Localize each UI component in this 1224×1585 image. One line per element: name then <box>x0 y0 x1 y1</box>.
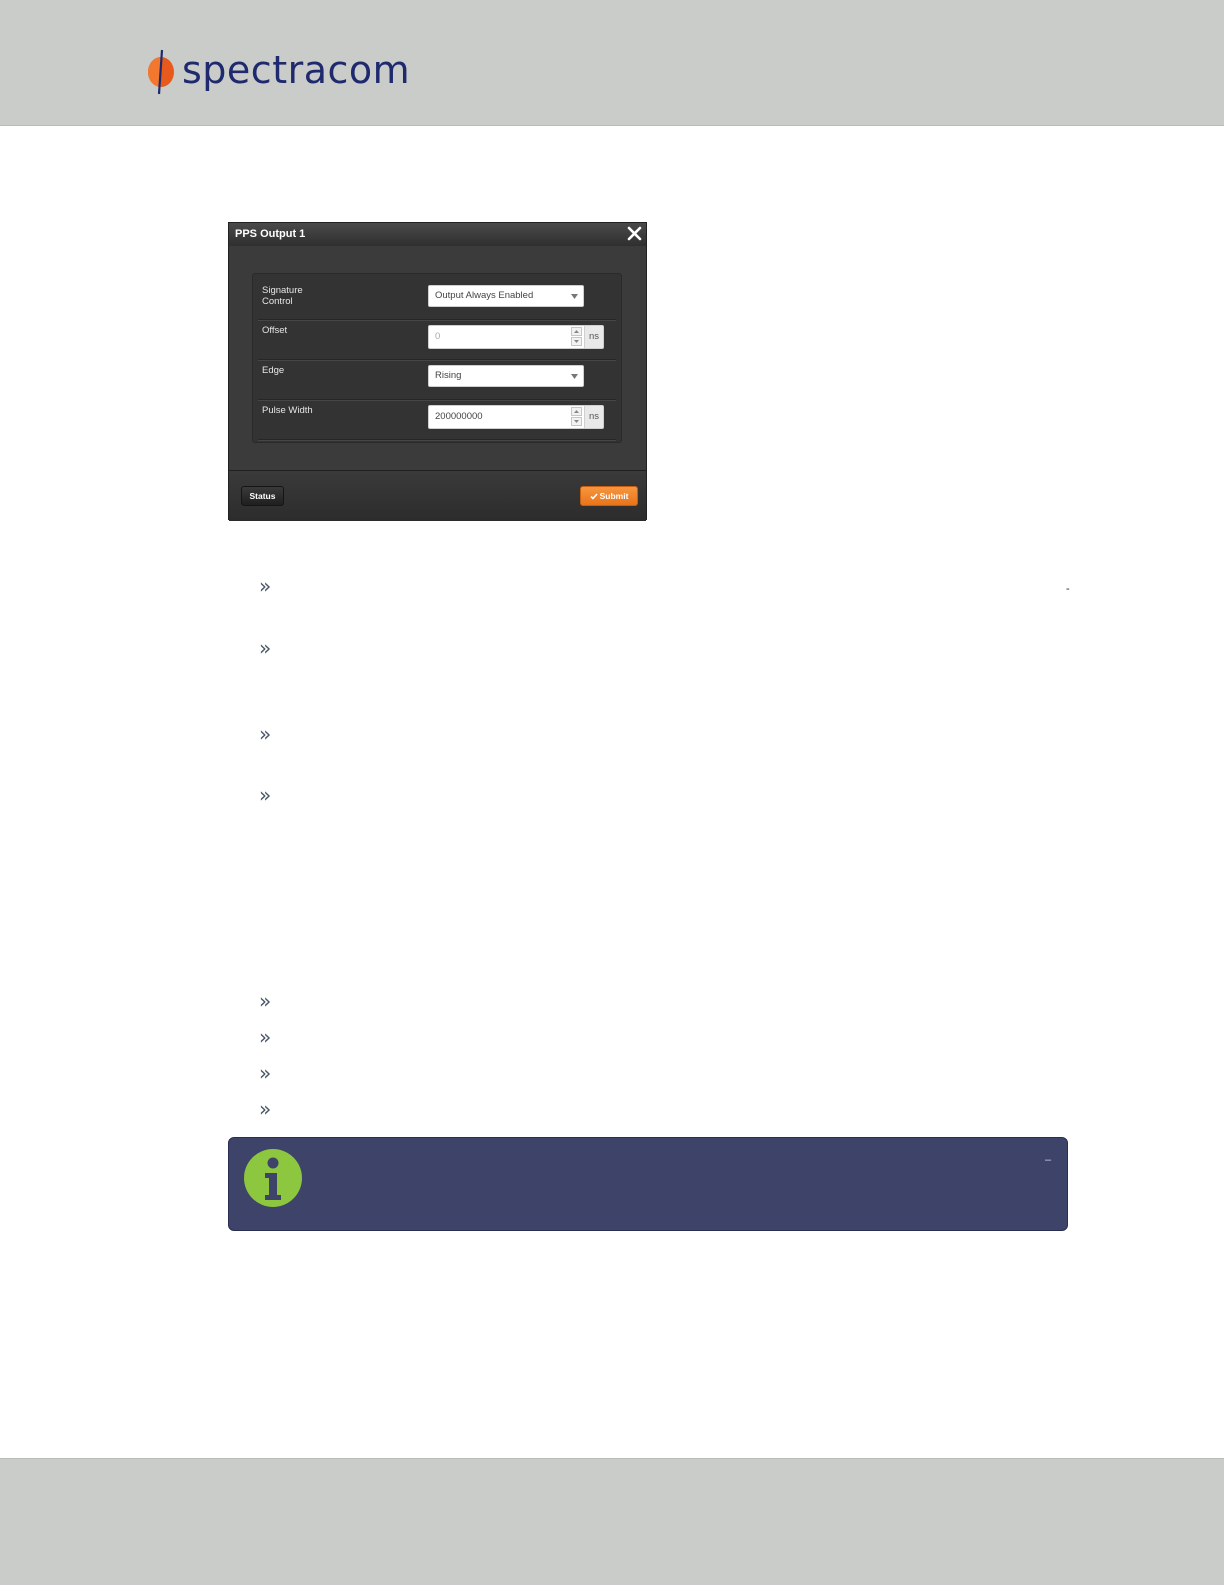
bullet-marker: » <box>259 1097 272 1121</box>
edge-label: Edge <box>262 365 285 376</box>
form-row-pulse-width: Pulse Width 200000000 ns <box>258 399 616 440</box>
submit-label: Submit <box>599 491 629 501</box>
chevron-down-icon <box>571 374 578 379</box>
bullet-marker: » <box>259 636 272 660</box>
bullet-marker: » <box>259 1061 272 1085</box>
spectracom-logo: spectracom <box>146 48 410 96</box>
offset-decrement-button[interactable] <box>571 337 582 346</box>
offset-label: Offset <box>262 325 288 336</box>
page-footer <box>0 1458 1224 1585</box>
info-icon <box>244 1149 302 1207</box>
pulse-width-input[interactable]: 200000000 <box>428 405 585 429</box>
signature-control-label: Signature Control <box>262 285 303 307</box>
dialog-titlebar: PPS Output 1 <box>229 223 646 246</box>
dialog-footer: Status Submit <box>229 470 646 521</box>
form-row-edge: Edge Rising <box>258 359 616 400</box>
pulse-width-stepper: 200000000 ns <box>428 405 604 429</box>
offset-stepper: 0 ns <box>428 325 604 349</box>
offset-input[interactable]: 0 <box>428 325 585 349</box>
spin-down-icon <box>574 340 579 343</box>
offset-unit: ns <box>585 325 604 349</box>
check-icon <box>590 493 598 500</box>
spin-up-icon <box>574 330 579 333</box>
edge-value: Rising <box>435 370 462 381</box>
pulse-width-decrement-button[interactable] <box>571 417 582 426</box>
bullet-marker: » <box>259 1025 272 1049</box>
chevron-down-icon <box>571 294 578 299</box>
status-button[interactable]: Status <box>241 486 284 506</box>
spin-up-icon <box>574 410 579 413</box>
form-panel: Signature Control Output Always Enabled … <box>252 273 622 443</box>
pps-output-dialog: PPS Output 1 Signature Control Output Al… <box>228 222 647 521</box>
offset-spinner <box>571 327 583 347</box>
form-row-signature-control: Signature Control Output Always Enabled <box>258 279 616 320</box>
info-note-box: – <box>228 1137 1068 1231</box>
dialog-title: PPS Output 1 <box>235 228 306 240</box>
signature-control-value: Output Always Enabled <box>435 290 534 301</box>
edge-select[interactable]: Rising <box>428 365 584 387</box>
bullet-marker: » <box>259 783 272 807</box>
pulse-width-label: Pulse Width <box>262 405 313 416</box>
spin-down-icon <box>574 420 579 423</box>
pulse-width-spinner <box>571 407 583 427</box>
form-row-offset: Offset 0 ns <box>258 319 616 360</box>
signature-control-select[interactable]: Output Always Enabled <box>428 285 584 307</box>
stray-dash: - <box>1066 583 1070 595</box>
pulse-width-increment-button[interactable] <box>571 407 582 416</box>
bullet-marker: » <box>259 722 272 746</box>
bullet-marker: » <box>259 989 272 1013</box>
page-header: spectracom <box>0 0 1224 126</box>
logo-mark-icon <box>148 49 174 95</box>
bullet-marker: » <box>259 574 272 598</box>
offset-increment-button[interactable] <box>571 327 582 336</box>
stray-dash: – <box>1045 1154 1052 1166</box>
submit-button[interactable]: Submit <box>580 486 638 506</box>
close-icon[interactable] <box>626 225 643 242</box>
logo-text: spectracom <box>182 48 411 92</box>
pulse-width-unit: ns <box>585 405 604 429</box>
